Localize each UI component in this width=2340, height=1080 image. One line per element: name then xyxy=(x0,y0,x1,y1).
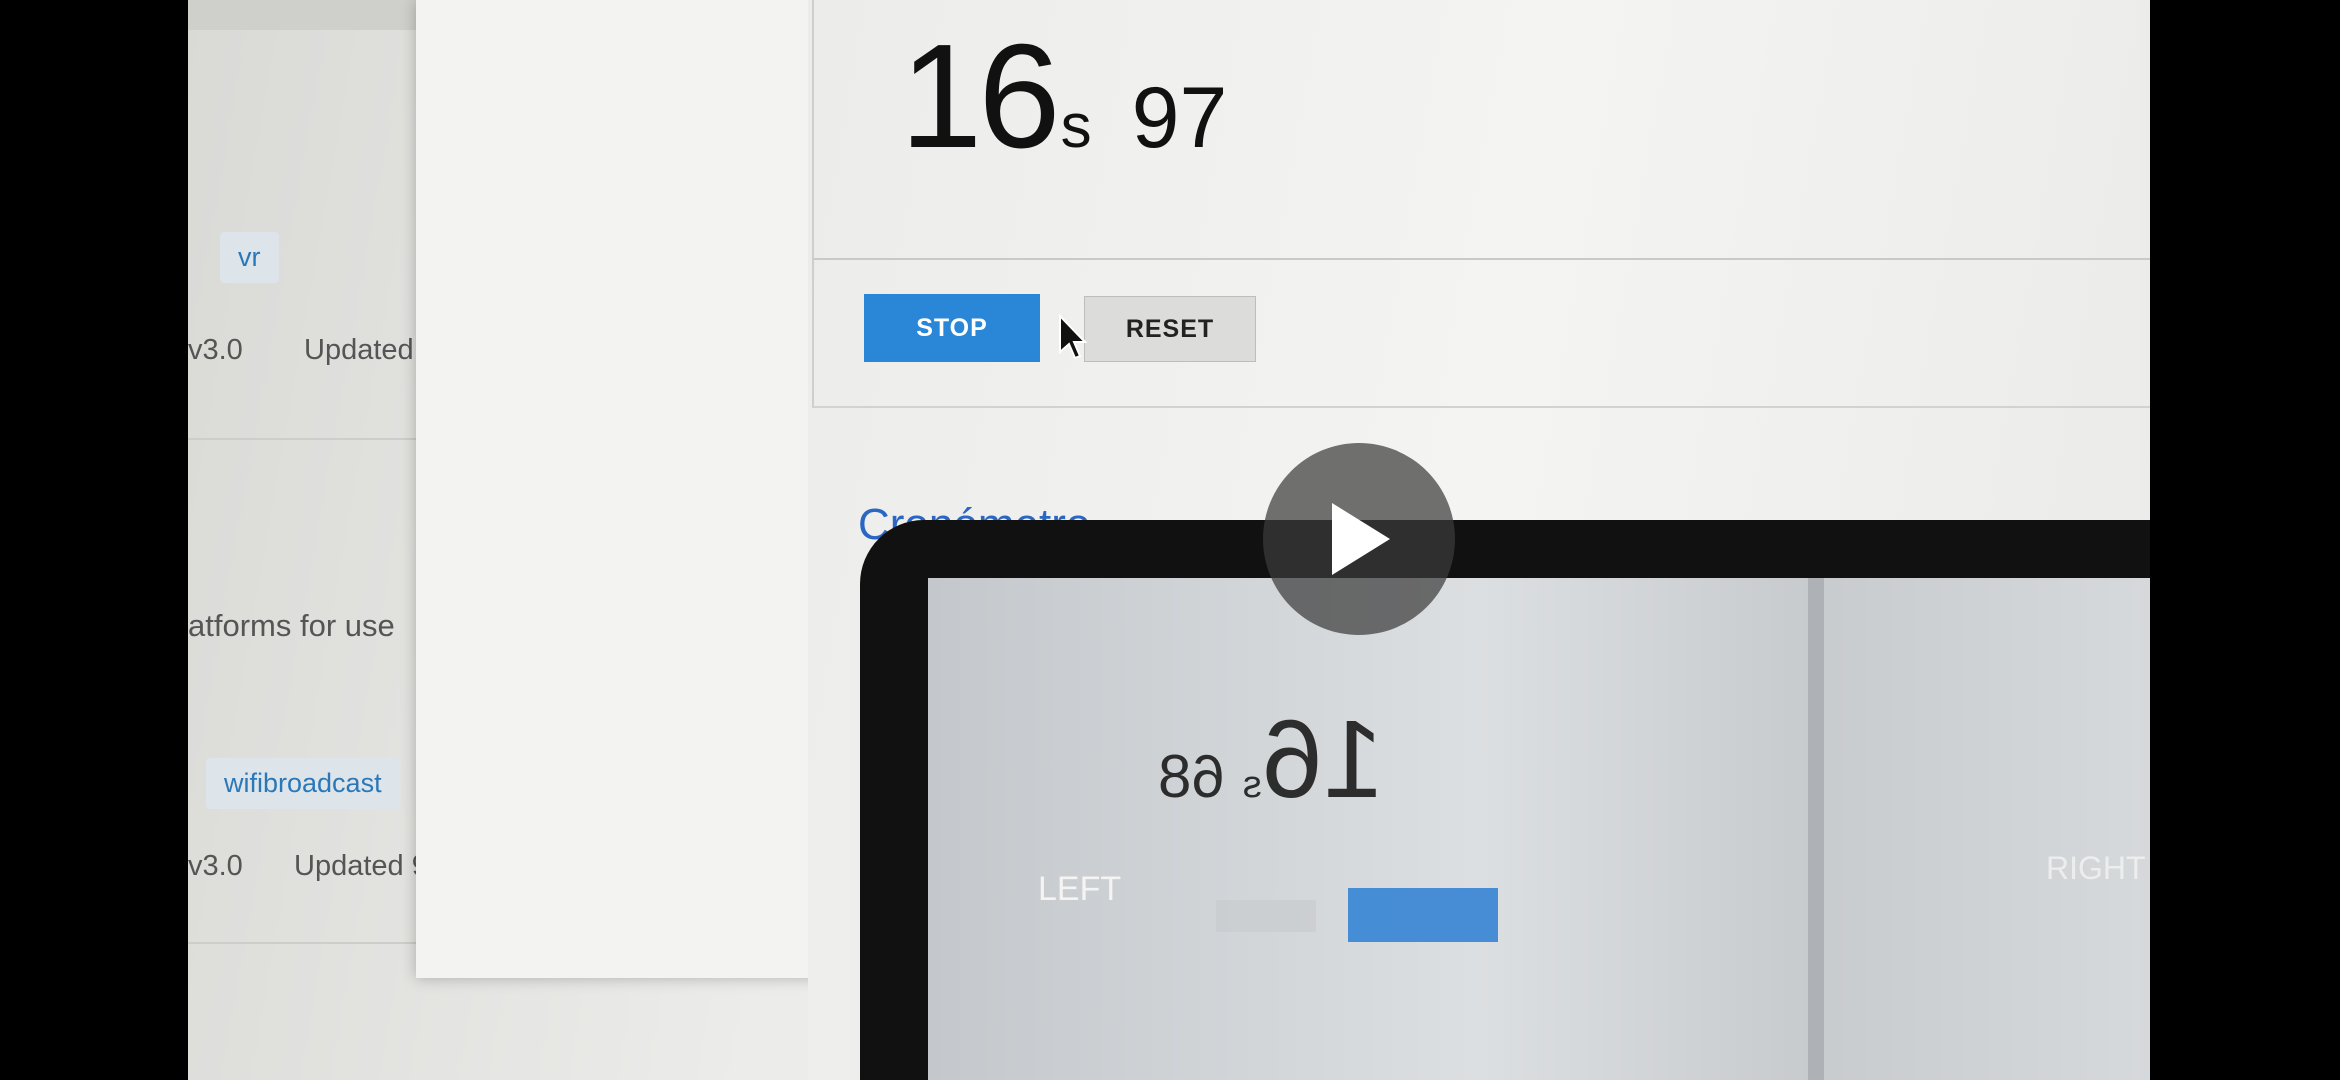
play-icon xyxy=(1332,503,1390,575)
video-frame[interactable]: vr v3.0 Updated atforms for use wifibroa… xyxy=(188,0,2150,1080)
version-text: v3.0 xyxy=(188,334,243,366)
phone-timer-seconds: 16 xyxy=(1261,698,1385,821)
phone-screen-divider xyxy=(1808,578,1824,1080)
stopwatch-panel: 16s 97 xyxy=(812,0,2150,260)
updated-text: Updated 9 xyxy=(294,850,428,882)
phone-timer-display: 16s 68 xyxy=(1158,696,1384,823)
button-row: STOP RESET xyxy=(812,260,2150,408)
timer-seconds: 16 xyxy=(900,14,1061,179)
updated-text: Updated xyxy=(304,334,414,366)
phone-stop-button xyxy=(1348,888,1498,942)
tag-wifibroadcast: wifibroadcast xyxy=(206,758,400,809)
platforms-text: atforms for use xyxy=(188,608,395,643)
phone-screen: 16s 68 xyxy=(928,578,2150,1080)
reset-button[interactable]: RESET xyxy=(1084,296,1256,362)
phone-timer-hundredths: 68 xyxy=(1158,743,1225,810)
version-text: v3.0 xyxy=(188,850,243,882)
phone-timer-seconds-unit: s xyxy=(1242,764,1262,806)
phone-reset-button xyxy=(1216,900,1316,932)
tag-vr: vr xyxy=(220,232,279,283)
stop-button[interactable]: STOP xyxy=(864,294,1040,362)
timer-display: 16s 97 xyxy=(900,12,1227,182)
left-label: LEFT xyxy=(1038,870,1122,908)
timer-seconds-unit: s xyxy=(1060,92,1092,161)
timer-hundredths: 97 xyxy=(1131,70,1228,166)
right-label: RIGHT xyxy=(2046,850,2146,886)
play-button[interactable] xyxy=(1263,443,1455,635)
mouse-cursor-icon xyxy=(1059,314,1088,360)
